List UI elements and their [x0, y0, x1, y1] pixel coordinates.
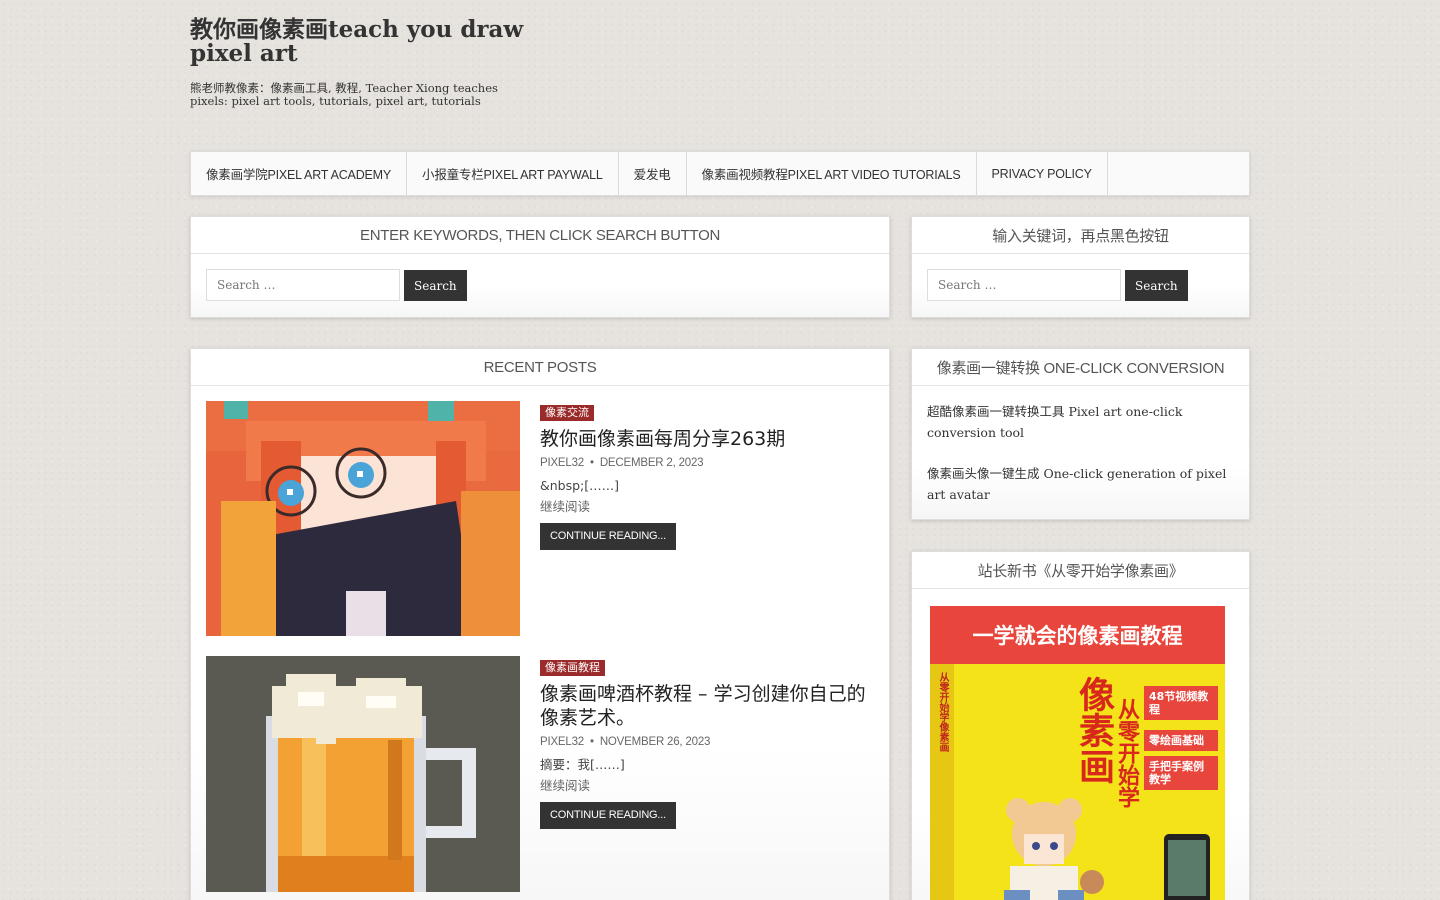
- meta-separator: •: [587, 457, 597, 469]
- book-front: 像素画 从零开始学 48节视频教程 零绘画基础 手把手案例教学: [954, 664, 1225, 900]
- conversion-link-tool[interactable]: 超酷像素画一键转换工具 Pixel art one-click conversi…: [927, 401, 1239, 443]
- post-thumbnail-anime-girl[interactable]: [206, 401, 520, 636]
- book-big-title: 像素画: [1073, 676, 1114, 784]
- post-author[interactable]: PIXEL32: [540, 736, 584, 748]
- main-nav: 像素画学院PIXEL ART ACADEMY 小报童专栏PIXEL ART PA…: [190, 151, 1250, 196]
- nav-item-academy[interactable]: 像素画学院PIXEL ART ACADEMY: [191, 152, 408, 195]
- site-title[interactable]: 教你画像素画teach you draw pixel art: [190, 18, 530, 66]
- book-phone-illustration: [1164, 834, 1210, 900]
- meta-separator: •: [587, 736, 597, 748]
- conversion-widget: 像素画一键转换 ONE-CLICK CONVERSION 超酷像素画一键转换工具…: [911, 348, 1250, 520]
- search-widget-side-heading: 输入关键词，再点黑色按钮: [912, 217, 1249, 254]
- beer-mug-pixel-image: [206, 656, 520, 892]
- post-item: 像素交流 教你画像素画每周分享263期 PIXEL32 • DECEMBER 2…: [206, 401, 876, 636]
- post-date[interactable]: DECEMBER 2, 2023: [600, 457, 704, 469]
- continue-reading-button[interactable]: CONTINUE READING...: [540, 523, 676, 550]
- phone-screen: [1168, 840, 1206, 896]
- nav-item-privacy-policy[interactable]: PRIVACY POLICY: [977, 152, 1108, 195]
- continue-reading-button[interactable]: CONTINUE READING...: [540, 802, 676, 829]
- search-input-main[interactable]: [206, 269, 400, 301]
- post-title[interactable]: 教你画像素画每周分享263期: [540, 427, 876, 451]
- book-spine-text: 从零开始学像素画: [937, 672, 948, 752]
- conversion-link-avatar[interactable]: 像素画头像一键生成 One-click generation of pixel …: [927, 463, 1239, 505]
- recent-posts-widget: RECENT POSTS 像素交流 教你画像素画每周分享263期 PIXEL32…: [190, 348, 890, 900]
- search-widget-side: 输入关键词，再点黑色按钮 Search: [911, 216, 1250, 318]
- search-form-side: Search: [927, 269, 1188, 301]
- book-cover-title: 一学就会的像素画教程: [930, 606, 1225, 664]
- search-widget-main: ENTER KEYWORDS, THEN CLICK SEARCH BUTTON…: [190, 216, 890, 318]
- post-item: 像素画教程 像素画啤酒杯教程 – 学习创建你自己的像素艺术。 PIXEL32 •…: [206, 656, 876, 892]
- search-form-main: Search: [206, 269, 467, 301]
- post-author[interactable]: PIXEL32: [540, 457, 584, 469]
- book-cover-image[interactable]: 一学就会的像素画教程 从零开始学像素画 像素画 从零开始学 48节视频教程 零绘…: [930, 606, 1225, 900]
- book-character-illustration: [1004, 798, 1104, 900]
- nav-item-paywall[interactable]: 小报童专栏PIXEL ART PAYWALL: [407, 152, 619, 195]
- conversion-link-list: 超酷像素画一键转换工具 Pixel art one-click conversi…: [927, 401, 1239, 505]
- post-category-badge[interactable]: 像素画教程: [540, 660, 605, 676]
- post-thumbnail-beer-mug[interactable]: [206, 656, 520, 892]
- conversion-widget-heading: 像素画一键转换 ONE-CLICK CONVERSION: [912, 349, 1249, 386]
- recent-posts-heading: RECENT POSTS: [191, 349, 889, 386]
- nav-item-video-tutorials[interactable]: 像素画视频教程PIXEL ART VIDEO TUTORIALS: [687, 152, 977, 195]
- book-feature-badge: 手把手案例教学: [1144, 756, 1218, 790]
- post-body: 像素交流 教你画像素画每周分享263期 PIXEL32 • DECEMBER 2…: [540, 401, 876, 550]
- post-excerpt: 摘要：我[……]: [540, 757, 625, 772]
- anime-girl-pixel-image: [206, 401, 520, 636]
- post-excerpt: &nbsp;[……]: [540, 478, 620, 493]
- site-tagline: 熊老师教像素：像素画工具, 教程, Teacher Xiong teaches …: [190, 81, 498, 108]
- book-feature-badge: 48节视频教程: [1144, 686, 1218, 720]
- book-feature-badge: 零绘画基础: [1144, 730, 1218, 751]
- book-widget: 站长新书《从零开始学像素画》 一学就会的像素画教程 从零开始学像素画 像素画 从…: [911, 551, 1250, 900]
- post-read-more-link[interactable]: 继续阅读: [540, 775, 876, 796]
- book-widget-heading: 站长新书《从零开始学像素画》: [912, 552, 1249, 589]
- post-category-badge[interactable]: 像素交流: [540, 405, 594, 421]
- book-spine: 从零开始学像素画: [930, 664, 954, 900]
- search-widget-main-heading: ENTER KEYWORDS, THEN CLICK SEARCH BUTTON: [191, 217, 889, 254]
- post-meta: PIXEL32 • DECEMBER 2, 2023: [540, 457, 876, 469]
- post-date[interactable]: NOVEMBER 26, 2023: [600, 736, 711, 748]
- nav-item-afdian[interactable]: 爱发电: [619, 152, 687, 195]
- search-button-main[interactable]: Search: [404, 270, 467, 301]
- post-meta: PIXEL32 • NOVEMBER 26, 2023: [540, 736, 876, 748]
- book-subtitle: 从零开始学: [1114, 698, 1139, 808]
- search-input-side[interactable]: [927, 269, 1121, 301]
- post-body: 像素画教程 像素画啤酒杯教程 – 学习创建你自己的像素艺术。 PIXEL32 •…: [540, 656, 876, 829]
- post-read-more-link[interactable]: 继续阅读: [540, 496, 876, 517]
- search-button-side[interactable]: Search: [1125, 270, 1188, 301]
- post-title[interactable]: 像素画啤酒杯教程 – 学习创建你自己的像素艺术。: [540, 682, 876, 730]
